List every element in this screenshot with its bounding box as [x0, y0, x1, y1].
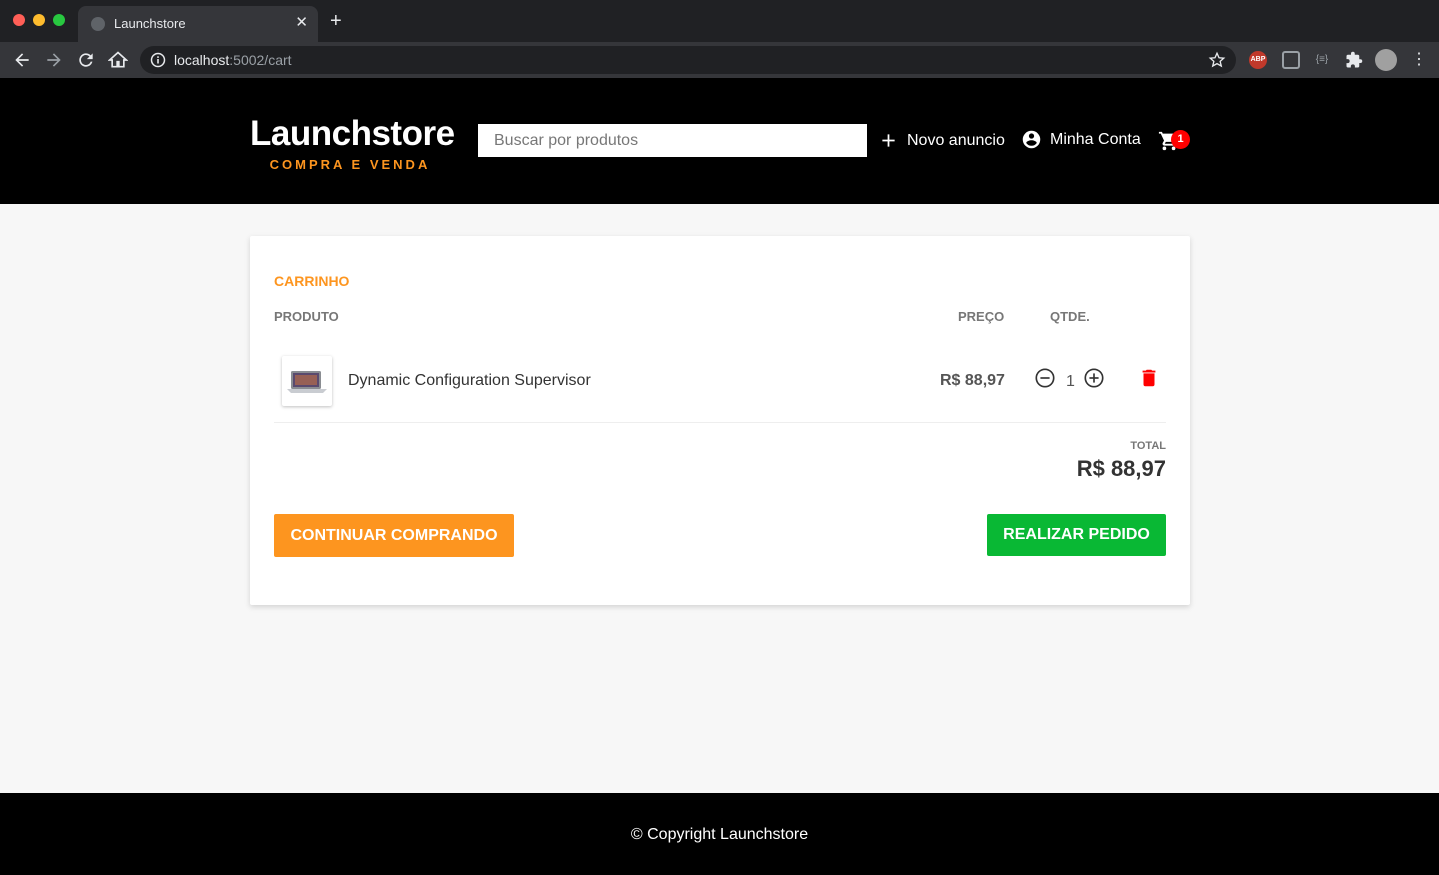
bookmark-star-icon[interactable] [1208, 51, 1226, 69]
copyright-text: © Copyright Launchstore [630, 826, 809, 843]
cart-title: CARRINHO [274, 273, 350, 289]
decrease-qty-button[interactable] [1034, 367, 1056, 389]
url-text: localhost:5002/cart [174, 52, 292, 68]
cart-count-badge: 1 [1171, 130, 1190, 149]
home-icon[interactable] [107, 50, 129, 70]
account-link[interactable]: Minha Conta [1021, 129, 1141, 150]
tab-title: Launchstore [114, 16, 186, 31]
remove-item-button[interactable] [1138, 367, 1160, 389]
reload-icon[interactable] [76, 50, 96, 70]
profile-avatar[interactable] [1375, 49, 1397, 71]
forward-icon[interactable] [44, 50, 64, 70]
plus-circle-icon [1084, 368, 1104, 388]
increase-qty-button[interactable] [1083, 367, 1105, 389]
logo-title: Launchstore [250, 114, 455, 153]
product-thumbnail[interactable] [282, 356, 332, 406]
new-ad-link[interactable]: Novo anuncio [878, 130, 1005, 151]
trash-icon [1142, 369, 1156, 387]
address-bar[interactable]: localhost:5002/cart [140, 46, 1236, 74]
info-icon[interactable] [150, 52, 166, 68]
new-ad-label: Novo anuncio [907, 131, 1005, 149]
new-tab-button[interactable]: + [330, 11, 342, 31]
close-window-button[interactable] [13, 14, 25, 26]
search-input[interactable] [478, 124, 867, 157]
browser-toolbar: localhost:5002/cart ABP {≡} ⋮ [0, 42, 1439, 78]
account-circle-icon [1022, 130, 1041, 149]
logo[interactable]: Launchstore COMPRA E VENDA [250, 114, 455, 172]
place-order-button[interactable]: REALIZAR PEDIDO [987, 514, 1166, 556]
browser-tab-bar: Launchstore ✕ + [0, 0, 1439, 42]
total-value: R$ 88,97 [1076, 456, 1166, 481]
column-header-price: PREÇO [958, 309, 1005, 324]
total-label: TOTAL [1130, 440, 1166, 452]
minimize-window-button[interactable] [33, 14, 45, 26]
minus-circle-icon [1035, 368, 1055, 388]
cart-card: CARRINHO PRODUTO PREÇO QTDE. Dynamic Con… [250, 236, 1190, 605]
url-path: :5002/cart [229, 52, 292, 68]
puzzle-icon[interactable] [1345, 51, 1363, 69]
back-icon[interactable] [12, 50, 32, 70]
product-name[interactable]: Dynamic Configuration Supervisor [348, 372, 591, 390]
browser-tab[interactable]: Launchstore ✕ [78, 6, 318, 42]
column-header-product: PRODUTO [274, 309, 339, 324]
laptop-image [287, 371, 327, 393]
url-host: localhost [174, 52, 230, 68]
extension-icon[interactable] [1282, 51, 1300, 69]
more-menu-icon[interactable]: ⋮ [1410, 51, 1428, 69]
site-footer: © Copyright Launchstore [0, 793, 1439, 875]
close-tab-icon[interactable]: ✕ [295, 14, 308, 32]
product-price: R$ 88,97 [940, 372, 1005, 389]
continue-shopping-button[interactable]: CONTINUAR COMPRANDO [274, 514, 514, 557]
site-header: Launchstore COMPRA E VENDA Novo anuncio … [0, 78, 1439, 204]
account-label: Minha Conta [1050, 130, 1141, 148]
json-extension-icon[interactable]: {≡} [1313, 51, 1331, 69]
cart-item-row: Dynamic Configuration Supervisor R$ 88,9… [274, 348, 1166, 423]
adblock-extension-icon[interactable]: ABP [1249, 51, 1267, 69]
qty-value: 1 [1066, 373, 1075, 390]
maximize-window-button[interactable] [53, 14, 65, 26]
logo-subtitle: COMPRA E VENDA [269, 157, 431, 172]
column-header-qty: QTDE. [1050, 309, 1090, 324]
globe-icon [91, 17, 105, 31]
plus-icon [882, 134, 895, 147]
